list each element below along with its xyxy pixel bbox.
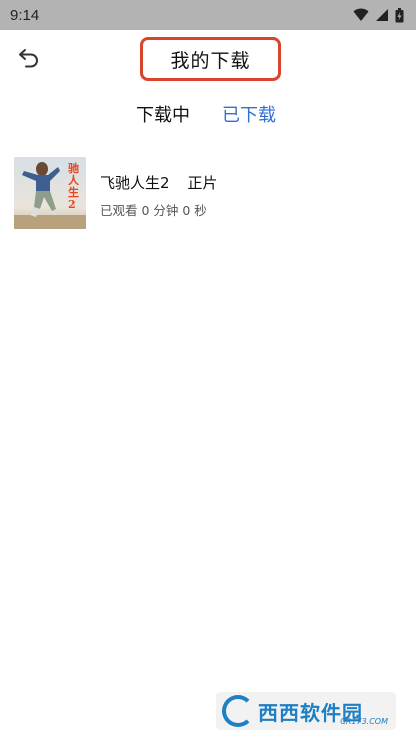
item-watch-progress: 已观看 0 分钟 0 秒 [100,203,207,218]
watermark-subtext: CR173.COM [340,717,388,726]
status-time: 9:14 [10,6,40,24]
undo-arrow-icon [19,49,38,68]
status-icons [353,7,404,23]
screen: 9:14 我的下载 下载中 已下载 驰人生2 飞驰人生2 正片 已观看 0 分钟… [0,0,416,740]
signal-icon [376,9,388,21]
page-title-highlight: 我的下载 [140,37,281,81]
battery-icon [395,7,404,22]
page-title: 我的下载 [170,49,251,72]
poster-title-text: 驰人生2 [68,162,79,211]
poster-thumbnail: 驰人生2 [14,157,86,229]
watermark-logo: 西西软件园 CR173.COM [216,692,396,730]
tab-downloading[interactable]: 下载中 [136,101,190,127]
back-button[interactable] [14,44,44,72]
item-tag: 正片 [187,174,218,192]
download-list: 驰人生2 飞驰人生2 正片 已观看 0 分钟 0 秒 [0,155,416,231]
item-title: 飞驰人生2 正片 [100,172,218,193]
list-item[interactable]: 驰人生2 飞驰人生2 正片 已观看 0 分钟 0 秒 [0,155,416,231]
item-title-text: 飞驰人生2 [100,174,170,192]
tab-bar: 下载中 已下载 [0,101,416,131]
wifi-icon [353,8,369,21]
tab-downloaded[interactable]: 已下载 [222,101,276,127]
watermark-c-icon [222,695,254,727]
status-bar: 9:14 [0,0,416,30]
